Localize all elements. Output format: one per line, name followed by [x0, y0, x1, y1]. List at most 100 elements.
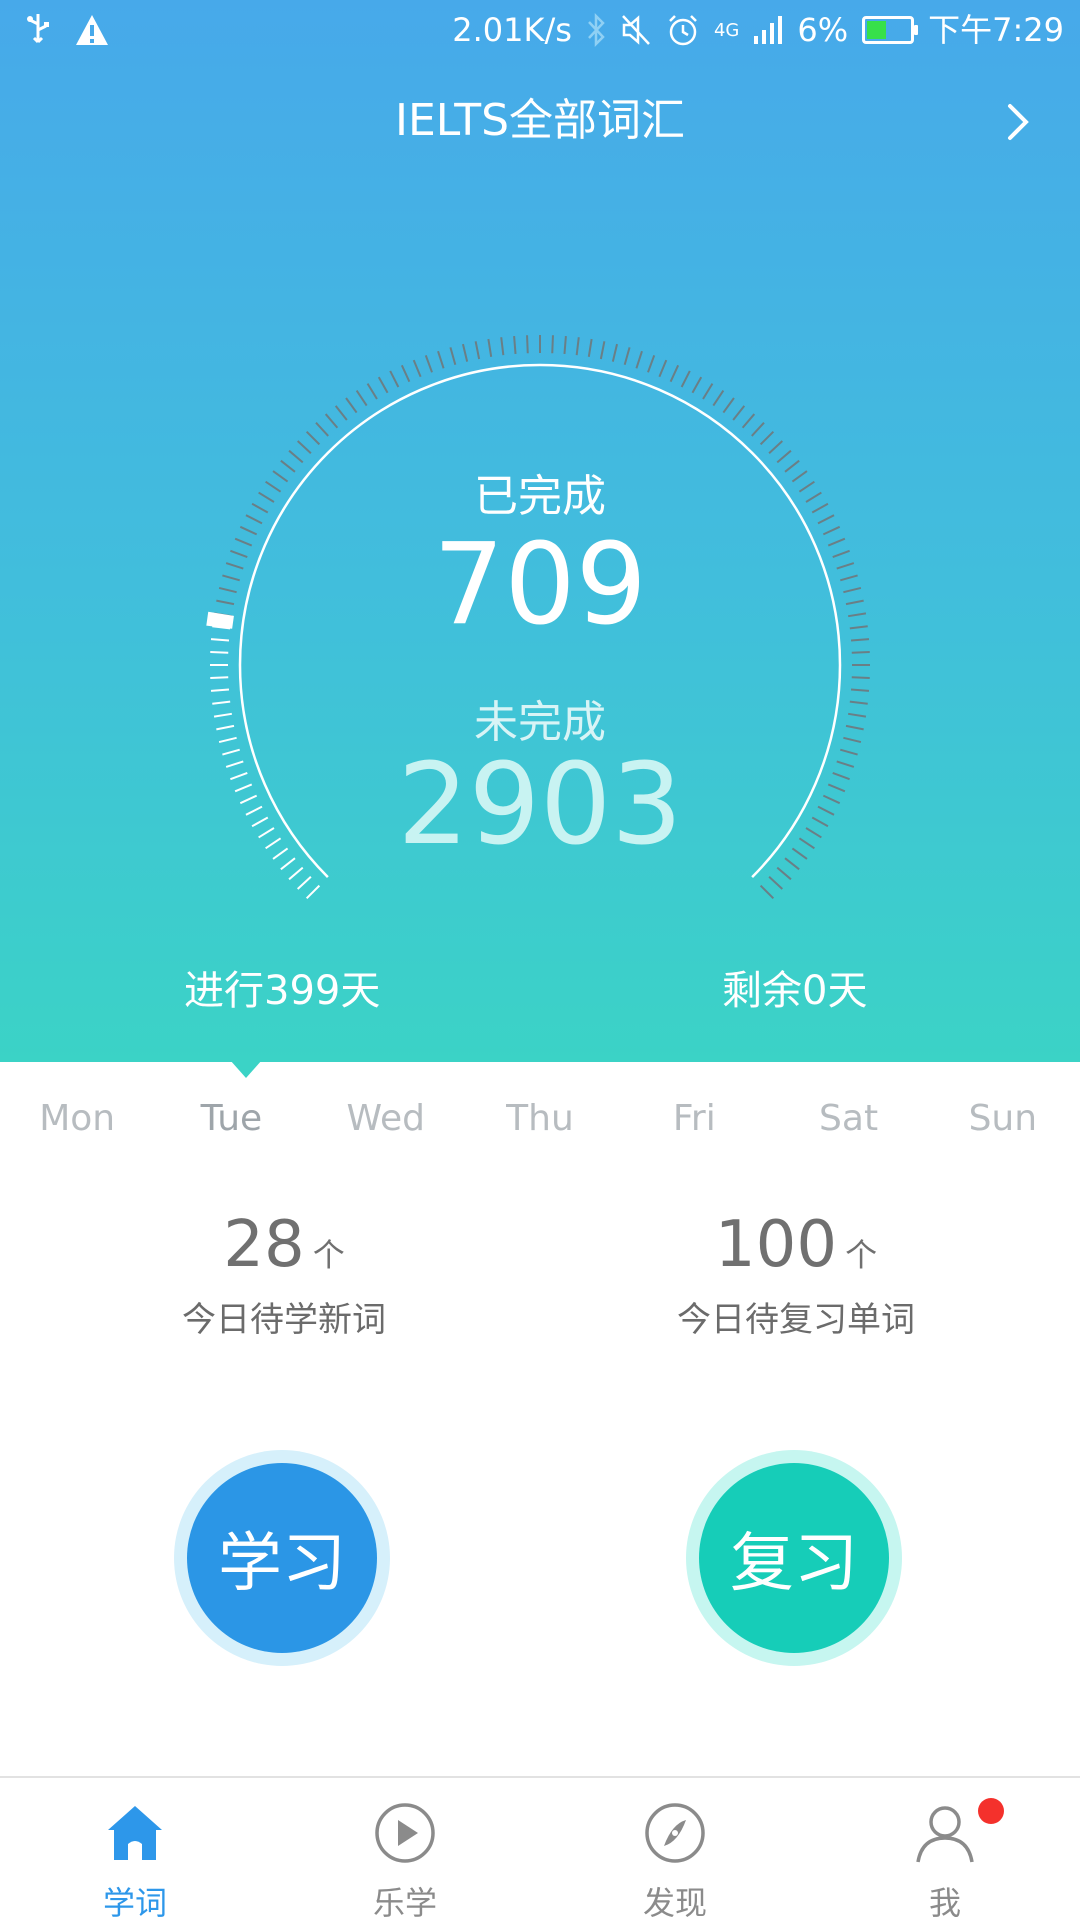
- gauge-tick: [437, 350, 445, 369]
- completed-count: 709: [433, 520, 647, 650]
- gauge-tick: [712, 390, 725, 407]
- gauge-tick: [324, 413, 339, 429]
- warning-icon: [76, 15, 108, 45]
- gauge-tick: [305, 884, 321, 900]
- nav-item-discover[interactable]: 发现: [540, 1778, 810, 1922]
- gauge-tick: [768, 876, 784, 890]
- remaining-count: 2903: [397, 740, 683, 870]
- gauge-tick: [680, 370, 691, 388]
- battery-icon: [862, 16, 919, 44]
- current-day-pointer: [230, 1060, 262, 1078]
- gauge-tick: [658, 359, 668, 378]
- gauge-tick: [377, 376, 389, 394]
- gauge-tick: [768, 440, 784, 454]
- gauge-tick: [635, 350, 643, 369]
- gauge-tick: [305, 430, 321, 446]
- study-button[interactable]: 学习: [174, 1450, 390, 1666]
- battery-percent: 6%: [797, 11, 849, 49]
- gauge-tick: [702, 383, 714, 400]
- new-words-unit: 个: [312, 1236, 345, 1274]
- gauge-tick: [334, 405, 348, 421]
- wordbook-title[interactable]: IELTS全部词汇: [395, 95, 685, 146]
- day-fri[interactable]: Fri: [617, 1098, 771, 1139]
- gauge-tick: [575, 337, 580, 356]
- gauge-tick: [461, 343, 469, 362]
- days-left: 剩余0天: [722, 968, 868, 1014]
- header: IELTS全部词汇: [0, 86, 1080, 156]
- review-button[interactable]: 复习: [686, 1450, 902, 1666]
- day-sun[interactable]: Sun: [926, 1098, 1080, 1139]
- gauge-tick: [210, 676, 229, 679]
- gauge-tick: [424, 355, 433, 373]
- review-button-label: 复习: [699, 1463, 889, 1653]
- gauge-tick: [315, 421, 329, 437]
- gauge-tick: [412, 359, 422, 378]
- week-strip: Mon Tue Wed Thu Fri Sat Sun: [0, 1098, 1080, 1139]
- days-elapsed: 进行399天: [184, 968, 381, 1014]
- day-thu[interactable]: Thu: [463, 1098, 617, 1139]
- gauge-tick: [759, 884, 775, 900]
- gauge-tick: [526, 335, 529, 354]
- new-words-count: 28: [223, 1208, 305, 1282]
- bluetooth-icon: [588, 12, 605, 48]
- compass-icon: [645, 1803, 705, 1863]
- nav-item-fun[interactable]: 乐学: [270, 1778, 540, 1922]
- nav-label-fun: 乐学: [372, 1884, 437, 1922]
- gauge-tick: [599, 341, 606, 360]
- completed-label: 已完成: [474, 471, 606, 522]
- nav-item-words[interactable]: 学词: [0, 1778, 270, 1922]
- signal-icon: [754, 16, 783, 44]
- gauge-tick: [611, 343, 619, 362]
- status-bar: 2.01K/s 4G 6% 下午7:29: [0, 0, 1080, 62]
- gauge-tick: [587, 338, 593, 357]
- network-type: 4G: [713, 19, 740, 41]
- mute-icon: [622, 15, 650, 45]
- day-wed[interactable]: Wed: [309, 1098, 463, 1139]
- new-words-label: 今日待学新词: [182, 1300, 386, 1340]
- nav-label-discover: 发现: [642, 1884, 707, 1922]
- review-words-unit: 个: [845, 1236, 878, 1274]
- review-words-label: 今日待复习单词: [677, 1300, 915, 1340]
- gauge-tick: [296, 876, 312, 890]
- home-icon: [108, 1806, 162, 1860]
- gauge-tick: [296, 440, 312, 454]
- nav-label-words: 学词: [102, 1884, 167, 1922]
- gauge-tick: [751, 421, 765, 437]
- gauge-tick: [449, 347, 457, 365]
- gauge-tick: [487, 338, 493, 357]
- gauge-tick: [345, 397, 358, 414]
- gauge-tick: [722, 397, 735, 414]
- nav-label-me: 我: [928, 1884, 961, 1922]
- bottom-nav: 学词 乐学 发现 我: [0, 1776, 1080, 1922]
- gauge-tick: [851, 676, 870, 679]
- gauge-tick: [759, 430, 775, 446]
- gauge-tick: [669, 364, 680, 383]
- user-icon: [916, 1806, 974, 1863]
- gauge-tick: [400, 364, 411, 383]
- gauge-tick: [551, 335, 554, 354]
- study-button-label: 学习: [187, 1463, 377, 1653]
- gauge-tick: [741, 413, 756, 429]
- day-mon[interactable]: Mon: [0, 1098, 154, 1139]
- day-tue[interactable]: Tue: [154, 1098, 308, 1139]
- review-words-count: 100: [714, 1208, 838, 1282]
- usb-icon: [27, 14, 49, 44]
- gauge-tick: [647, 355, 656, 373]
- gauge-tick: [623, 347, 631, 365]
- gauge-tick: [513, 335, 517, 355]
- chevron-right-icon[interactable]: [996, 100, 1040, 144]
- review-words-stat: 100 个 今日待复习单词: [526, 1208, 1066, 1341]
- clock: 下午7:29: [928, 11, 1064, 49]
- gauge-tick: [366, 383, 378, 400]
- new-words-stat: 28 个 今日待学新词: [14, 1208, 554, 1341]
- notification-badge: [978, 1798, 1004, 1824]
- gauge-tick: [210, 651, 229, 654]
- net-speed: 2.01K/s: [452, 11, 572, 49]
- alarm-icon: [669, 15, 697, 46]
- nav-item-me[interactable]: 我: [810, 1778, 1080, 1922]
- day-sat[interactable]: Sat: [771, 1098, 925, 1139]
- gauge-tick: [851, 651, 870, 654]
- gauge-tick: [355, 390, 368, 407]
- gauge-tick: [732, 405, 746, 421]
- play-icon: [375, 1803, 435, 1863]
